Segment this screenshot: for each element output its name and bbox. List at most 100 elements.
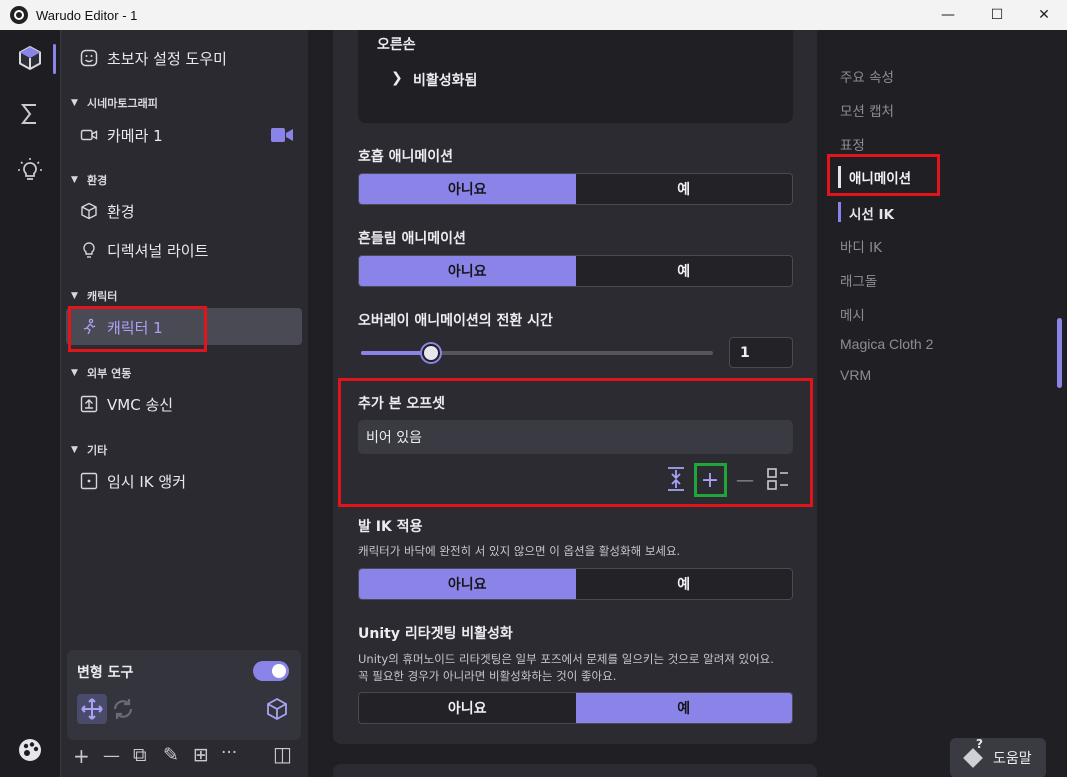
sidebar-item-camera[interactable]: 카메라 1 xyxy=(61,122,309,148)
add-icon[interactable]: + xyxy=(73,744,90,768)
nav-item-motion-capture[interactable]: 모션 캡처 xyxy=(840,100,894,120)
foot-ik-description: 캐릭터가 바닥에 완전히 서 있지 않으면 이 옵션을 활성화해 보세요. xyxy=(358,544,681,558)
section-label: 환경 xyxy=(87,174,108,187)
section-other[interactable]: ▼ 기타 xyxy=(71,442,107,458)
section-external[interactable]: ▼ 외부 연동 xyxy=(71,365,131,381)
chevron-right-icon[interactable]: ❯ xyxy=(391,70,403,86)
nav-item-look-ik[interactable]: 시선 IK xyxy=(849,203,894,223)
section-environment[interactable]: ▼ 환경 xyxy=(71,172,107,188)
foot-ik-toggle: 아니요 예 xyxy=(358,568,793,600)
beginner-wizard-item[interactable]: 초보자 설정 도우미 xyxy=(61,45,309,71)
highlight-box-character xyxy=(68,306,207,352)
breathing-no-option[interactable]: 아니요 xyxy=(359,174,576,204)
foot-ik-label: 발 IK 적용 xyxy=(358,519,423,535)
window-title: Warudo Editor - 1 xyxy=(36,7,138,23)
help-label: 도움말 xyxy=(993,751,1032,767)
breathing-toggle: 아니요 예 xyxy=(358,173,793,205)
sidebar-item-label: 임시 IK 앵커 xyxy=(107,472,186,491)
close-button[interactable]: ✕ xyxy=(1021,0,1067,30)
lightbulb-icon xyxy=(79,240,99,260)
swaying-yes-option[interactable]: 예 xyxy=(575,256,792,286)
anchor-square-icon xyxy=(79,471,99,491)
unity-retarget-yes-option[interactable]: 예 xyxy=(575,693,792,723)
transform-tool-panel: 변형 도구 xyxy=(67,650,301,740)
local-space-cube-icon[interactable] xyxy=(265,697,289,725)
nav-item-mesh[interactable]: 메시 xyxy=(840,304,865,324)
add-grid-icon[interactable]: ⊞ xyxy=(193,744,209,766)
nav-item-magica-cloth[interactable]: Magica Cloth 2 xyxy=(840,336,933,352)
help-icon: ? xyxy=(962,737,984,769)
maximize-button[interactable]: ☐ xyxy=(974,0,1020,30)
right-hand-status[interactable]: 비활성화됨 xyxy=(413,70,477,90)
highlight-box-add xyxy=(694,463,727,497)
nav-item-ragdoll[interactable]: 래그돌 xyxy=(840,270,877,290)
nav-item-vrm[interactable]: VRM xyxy=(840,367,871,383)
sidebar-item-label: 카메라 1 xyxy=(107,126,163,145)
section-character[interactable]: ▼ 캐릭터 xyxy=(71,288,117,304)
rotate-tool-icon[interactable] xyxy=(111,697,135,725)
nav-item-body-ik[interactable]: 바디 IK xyxy=(840,236,882,256)
section-label: 외부 연동 xyxy=(87,367,132,380)
sidebar-item-label: VMC 송신 xyxy=(107,395,174,414)
lightbulb-icon[interactable] xyxy=(14,154,46,186)
camera-icon xyxy=(79,125,99,145)
title-bar: Warudo Editor - 1 — ☐ ✕ xyxy=(0,0,1067,30)
toggle-panel-icon[interactable]: ◫ xyxy=(273,742,292,766)
edit-icon[interactable]: ✎ xyxy=(163,744,179,766)
scene-cube-icon[interactable] xyxy=(14,42,46,74)
help-button[interactable]: ? 도움말 xyxy=(950,737,1046,777)
upload-icon xyxy=(79,394,99,414)
warudo-logo-icon xyxy=(10,6,28,24)
chevron-down-icon: ▼ xyxy=(71,291,78,301)
minimize-button[interactable]: — xyxy=(925,0,971,30)
chevron-down-icon: ▼ xyxy=(71,98,78,108)
scene-sidebar: 초보자 설정 도우미 ▼ 시네마토그래피 카메라 1 ▼ 환경 환경 디렉셔널 … xyxy=(60,30,308,777)
transform-tool-label: 변형 도구 xyxy=(77,665,134,681)
sidebar-item-directional-light[interactable]: 디렉셔널 라이트 xyxy=(61,237,309,263)
active-indicator xyxy=(53,44,56,74)
unity-retarget-description-2: 꼭 필요한 경우가 아니라면 비활성화하는 것이 좋아요. xyxy=(358,669,617,683)
more-icon[interactable]: ··· xyxy=(221,743,237,763)
slider-knob[interactable] xyxy=(422,344,440,362)
move-tool-icon[interactable] xyxy=(77,694,107,724)
scrollbar-thumb[interactable] xyxy=(1057,318,1062,388)
foot-ik-yes-option[interactable]: 예 xyxy=(575,569,792,599)
right-hand-subcard: 오른손 ❯ 비활성화됨 xyxy=(358,30,793,123)
overlay-transition-input[interactable]: 1 xyxy=(729,337,793,368)
breathing-label: 호흡 애니메이션 xyxy=(358,149,454,165)
sigma-icon[interactable] xyxy=(14,98,46,130)
nav-item-expressions[interactable]: 표정 xyxy=(840,134,865,154)
sidebar-item-environment[interactable]: 환경 xyxy=(61,198,309,224)
breathing-yes-option[interactable]: 예 xyxy=(575,174,792,204)
video-camera-icon[interactable] xyxy=(270,126,294,148)
section-label: 기타 xyxy=(87,444,108,457)
sidebar-item-label: 환경 xyxy=(107,202,135,221)
overlay-transition-slider[interactable] xyxy=(361,344,713,362)
highlight-box-animation xyxy=(827,154,940,196)
help-badge: ? xyxy=(976,737,983,751)
unity-retarget-no-option[interactable]: 아니요 xyxy=(359,693,576,723)
unity-retarget-description-1: Unity의 휴머노이드 리타겟팅은 일부 포즈에서 문제를 일으키는 것으로 … xyxy=(358,652,774,666)
sidebar-item-ik-anchor[interactable]: 임시 IK 앵커 xyxy=(61,468,309,494)
sidebar-item-vmc[interactable]: VMC 송신 xyxy=(61,391,309,417)
nav-sub-indicator xyxy=(838,202,841,222)
section-cinematography[interactable]: ▼ 시네마토그래피 xyxy=(71,95,158,111)
swaying-toggle: 아니요 예 xyxy=(358,255,793,287)
duplicate-icon[interactable]: ⧉ xyxy=(133,744,147,766)
chevron-down-icon: ▼ xyxy=(71,445,78,455)
swaying-no-option[interactable]: 아니요 xyxy=(359,256,576,286)
sidebar-item-label: 디렉셔널 라이트 xyxy=(107,241,209,260)
next-card xyxy=(333,764,817,777)
transform-tool-toggle[interactable] xyxy=(253,661,289,681)
section-label: 캐릭터 xyxy=(87,290,118,303)
beginner-wizard-label: 초보자 설정 도우미 xyxy=(107,49,227,68)
chevron-down-icon: ▼ xyxy=(71,368,78,378)
swaying-label: 흔들림 애니메이션 xyxy=(358,231,466,247)
remove-icon[interactable]: — xyxy=(103,746,120,766)
activity-bar xyxy=(0,30,60,777)
nav-item-main-properties[interactable]: 주요 속성 xyxy=(840,66,894,86)
smiley-icon xyxy=(79,48,99,68)
foot-ik-no-option[interactable]: 아니요 xyxy=(359,569,576,599)
palette-icon[interactable] xyxy=(14,734,46,766)
unity-retarget-toggle: 아니요 예 xyxy=(358,692,793,724)
